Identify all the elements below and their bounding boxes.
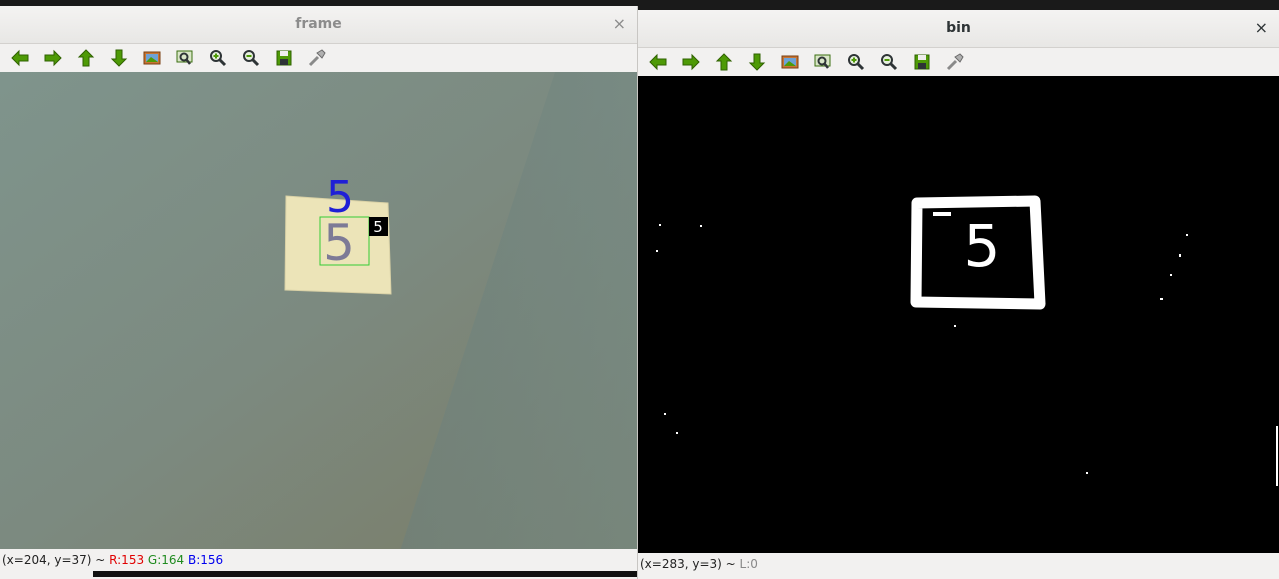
window-title: frame <box>295 16 342 32</box>
properties-icon[interactable] <box>304 46 329 70</box>
camera-frame-image[interactable]: 5 5 5 <box>0 72 637 551</box>
arrow-down-icon[interactable] <box>106 46 131 70</box>
toolbar <box>0 44 637 73</box>
save-icon[interactable] <box>271 46 296 70</box>
close-button[interactable]: × <box>1255 18 1268 37</box>
arrow-up-icon[interactable] <box>73 46 98 70</box>
arrow-left-icon[interactable] <box>7 46 32 70</box>
pixel-green: G:164 <box>147 553 185 567</box>
zoom-in-icon[interactable] <box>843 50 868 74</box>
scrollbar[interactable] <box>93 571 637 577</box>
zoom-fit-icon[interactable] <box>810 50 835 74</box>
binary-image[interactable]: 5 <box>638 76 1279 555</box>
camera-scene: 5 5 5 <box>0 72 637 551</box>
arrow-left-icon[interactable] <box>645 50 670 74</box>
titlebar[interactable]: bin × <box>638 10 1279 48</box>
pixel-luminance: L:0 <box>739 557 758 571</box>
pixel-blue: B:156 <box>188 553 224 567</box>
zoom-original-icon[interactable] <box>139 46 164 70</box>
status-bar: (x=283, y=3) ~ L:0 <box>638 553 1279 575</box>
frame-window: frame × 5 5 5 (x=204, y=37) ~ R:153 G:16… <box>0 6 638 579</box>
properties-icon[interactable] <box>942 50 967 74</box>
cursor-coords: (x=204, y=37) ~ <box>2 553 110 567</box>
close-button[interactable]: × <box>613 14 626 33</box>
bin-window: bin × 5 (x=283, y=3) ~ L:0 <box>638 10 1279 579</box>
zoom-original-icon[interactable] <box>777 50 802 74</box>
box-label: 5 <box>373 218 383 236</box>
pixel-red: R:153 <box>109 553 145 567</box>
arrow-right-icon[interactable] <box>678 50 703 74</box>
toolbar <box>638 48 1279 77</box>
window-title: bin <box>946 20 971 36</box>
arrow-down-icon[interactable] <box>744 50 769 74</box>
binary-scene: 5 <box>638 76 1279 555</box>
binary-digit: 5 <box>964 212 1001 280</box>
zoom-out-icon[interactable] <box>238 46 263 70</box>
zoom-in-icon[interactable] <box>205 46 230 70</box>
save-icon[interactable] <box>909 50 934 74</box>
predicted-digit: 5 <box>326 172 354 223</box>
cursor-coords: (x=283, y=3) ~ <box>640 557 740 571</box>
status-bar: (x=204, y=37) ~ R:153 G:164 B:156 <box>0 549 637 571</box>
arrow-right-icon[interactable] <box>40 46 65 70</box>
zoom-fit-icon[interactable] <box>172 46 197 70</box>
zoom-out-icon[interactable] <box>876 50 901 74</box>
titlebar[interactable]: frame × <box>0 6 637 44</box>
arrow-up-icon[interactable] <box>711 50 736 74</box>
